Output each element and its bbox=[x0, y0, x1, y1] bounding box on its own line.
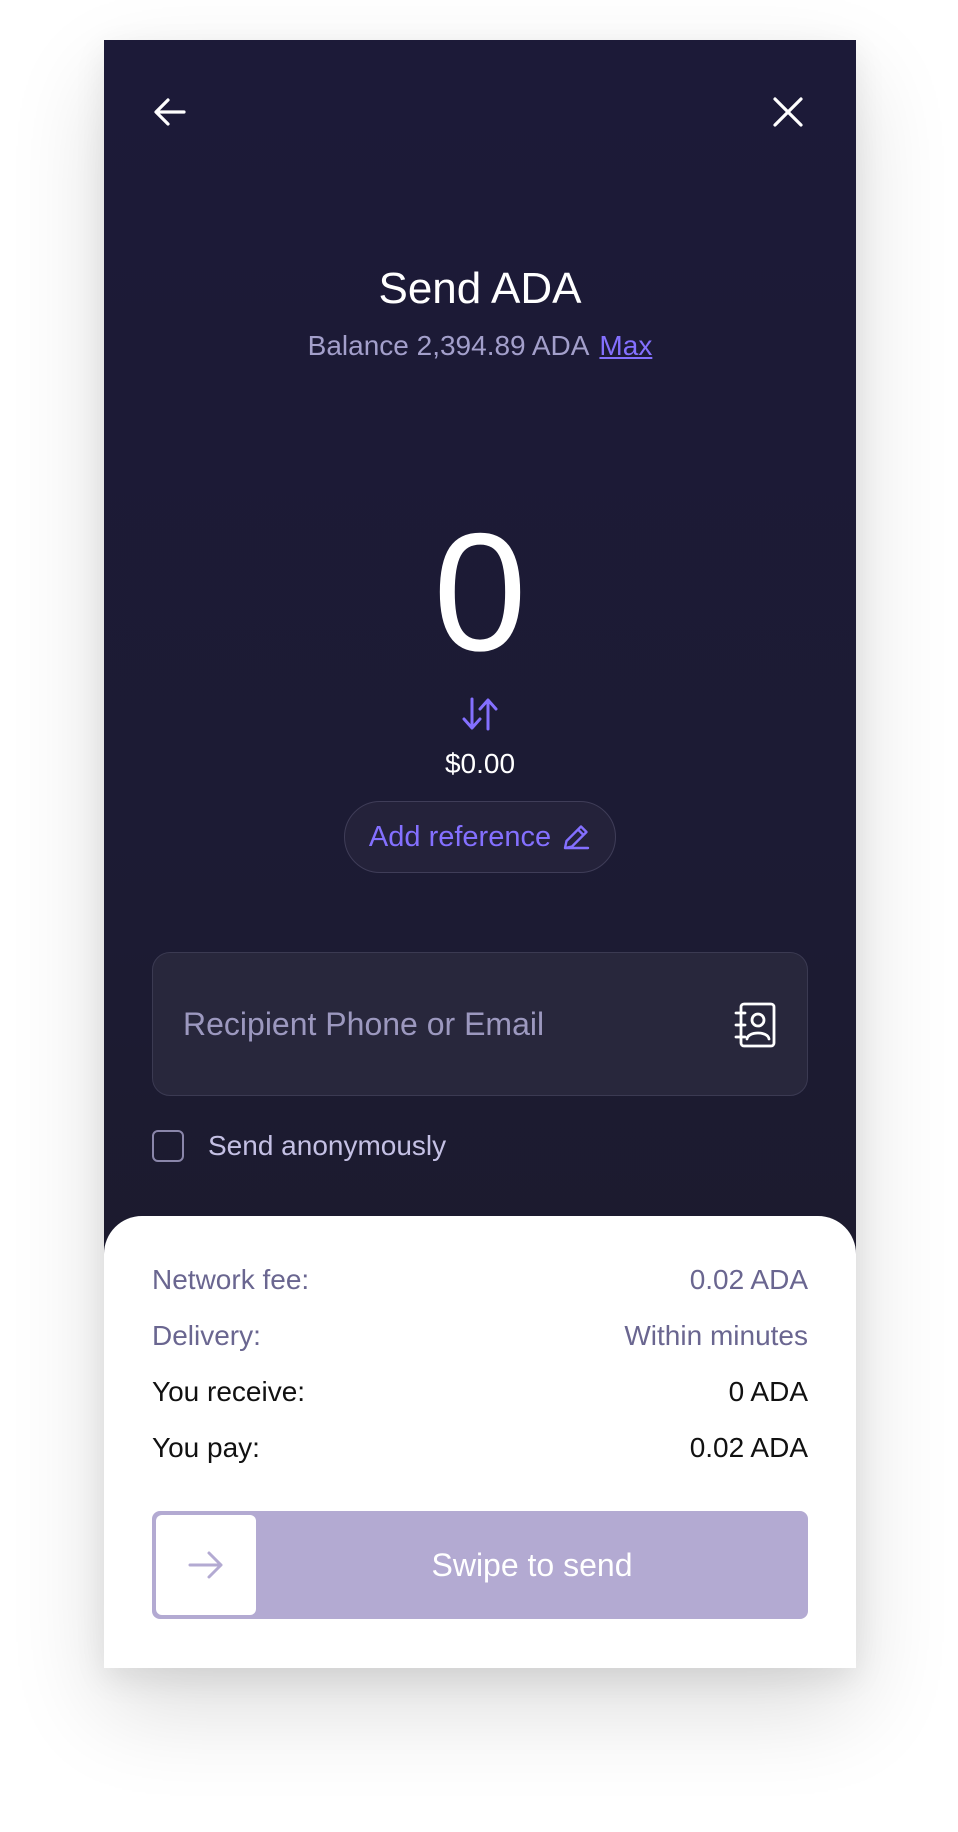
recipient-input[interactable] bbox=[183, 953, 703, 1095]
pencil-icon bbox=[563, 825, 590, 850]
send-anonymously-label: Send anonymously bbox=[208, 1130, 447, 1161]
arrow-right-icon bbox=[188, 1551, 223, 1579]
network-fee-label: Network fee: bbox=[152, 1264, 310, 1295]
back-button[interactable] bbox=[146, 88, 194, 136]
send-anonymously-checkbox[interactable] bbox=[152, 1130, 184, 1162]
contacts-button[interactable] bbox=[731, 999, 779, 1051]
swap-arrows-icon bbox=[462, 697, 498, 731]
pay-row: You pay: 0.02 ADA bbox=[152, 1432, 808, 1464]
receive-value: 0 ADA bbox=[728, 1376, 808, 1407]
page-title: Send ADA bbox=[378, 264, 582, 313]
add-reference-button[interactable]: Add reference bbox=[344, 801, 616, 873]
amount-display[interactable]: 0 bbox=[104, 508, 856, 676]
network-fee-row: Network fee: 0.02 ADA bbox=[152, 1264, 808, 1296]
network-fee-value: 0.02 ADA bbox=[689, 1264, 808, 1295]
max-link[interactable]: Max bbox=[599, 330, 652, 361]
balance-row: Balance 2,394.89 ADA Max bbox=[104, 330, 856, 362]
receive-row: You receive: 0 ADA bbox=[152, 1376, 808, 1408]
recipient-field bbox=[152, 952, 808, 1096]
send-screen: Send ADA Balance 2,394.89 ADA Max 0 $0.00… bbox=[104, 40, 856, 1668]
close-button[interactable] bbox=[764, 88, 812, 136]
pay-value: 0.02 ADA bbox=[689, 1432, 808, 1463]
pay-label: You pay: bbox=[152, 1432, 260, 1463]
contacts-book-icon bbox=[734, 1002, 776, 1048]
delivery-label: Delivery: bbox=[152, 1320, 261, 1351]
delivery-row: Delivery: Within minutes bbox=[152, 1320, 808, 1352]
balance-text: Balance 2,394.89 ADA bbox=[307, 330, 590, 361]
close-icon bbox=[773, 97, 803, 127]
summary-sheet: Network fee: 0.02 ADA Delivery: Within m… bbox=[104, 1216, 856, 1668]
fiat-value: $0.00 bbox=[444, 748, 516, 779]
send-anonymously-row[interactable]: Send anonymously bbox=[152, 1129, 446, 1163]
receive-label: You receive: bbox=[152, 1376, 306, 1407]
delivery-value: Within minutes bbox=[624, 1320, 808, 1351]
add-reference-label: Add reference bbox=[368, 820, 552, 853]
swipe-handle[interactable] bbox=[156, 1515, 256, 1615]
arrow-left-icon bbox=[154, 98, 186, 126]
swipe-to-send-label: Swipe to send bbox=[431, 1546, 633, 1583]
swipe-to-send-slider[interactable]: Swipe to send bbox=[152, 1511, 808, 1619]
currency-swap-button[interactable] bbox=[456, 692, 504, 736]
